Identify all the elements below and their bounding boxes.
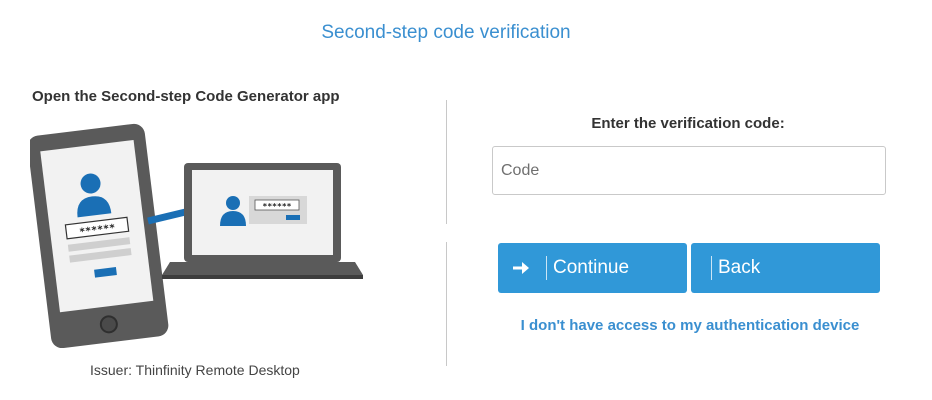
smartphone-icon: ****** bbox=[27, 123, 169, 349]
code-label: Enter the verification code: bbox=[591, 115, 785, 132]
laptop-icon: ****** bbox=[162, 163, 363, 279]
laptop-password-mask: ****** bbox=[263, 202, 292, 211]
arrow-right-icon bbox=[512, 261, 538, 275]
code-generator-illustration: ****** ****** bbox=[27, 123, 375, 353]
back-button[interactable]: Back bbox=[691, 243, 880, 293]
instructions-heading: Open the Second-step Code Generator app bbox=[32, 88, 340, 105]
page-title: Second-step code verification bbox=[321, 22, 571, 43]
continue-button[interactable]: Continue bbox=[498, 243, 687, 293]
button-separator bbox=[546, 256, 547, 280]
code-input[interactable] bbox=[492, 146, 886, 195]
back-label: Back bbox=[718, 257, 761, 278]
continue-label: Continue bbox=[553, 257, 630, 278]
verification-page: Second-step code verification Open the S… bbox=[0, 0, 932, 400]
button-separator bbox=[711, 256, 712, 280]
vertical-divider bbox=[446, 242, 447, 366]
issuer-label: Issuer: Thinfinity Remote Desktop bbox=[90, 362, 300, 378]
app-instructions-panel: Open the Second-step Code Generator app bbox=[0, 86, 410, 386]
no-access-link[interactable]: I don't have access to my authentication… bbox=[490, 317, 890, 334]
vertical-divider bbox=[446, 100, 447, 224]
